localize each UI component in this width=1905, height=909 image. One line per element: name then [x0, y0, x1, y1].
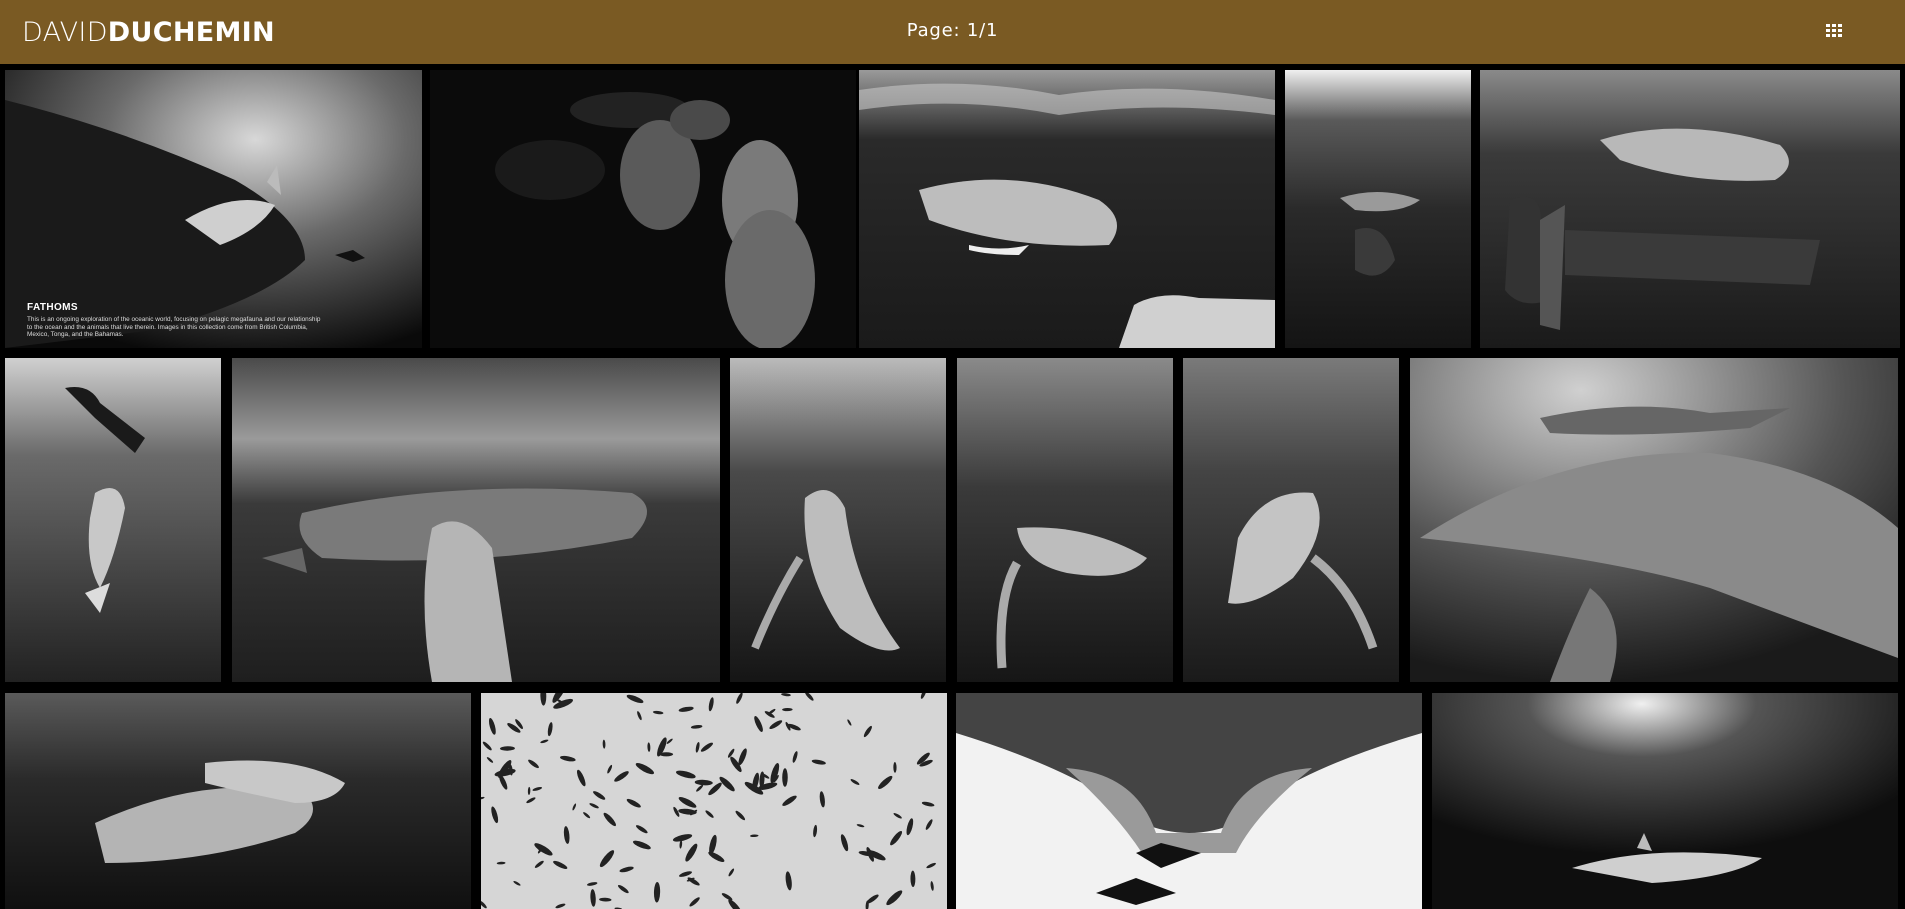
photo-diver-whale[interactable] — [1480, 70, 1900, 348]
gallery-description: This is an ongoing exploration of the oc… — [27, 316, 321, 339]
photo-freediver-whale[interactable] — [5, 358, 221, 682]
photo-calf-ascending[interactable] — [957, 358, 1173, 682]
page-indicator: Page: 1/1 — [906, 20, 999, 41]
photo-whale-hand[interactable] — [859, 70, 1275, 348]
photo-fish-school[interactable] — [481, 693, 947, 909]
photo-calf-belly[interactable] — [1183, 358, 1399, 682]
photo-shark-pair[interactable] — [5, 693, 471, 909]
gallery-caption: FATHOMS This is an ongoing exploration o… — [27, 302, 327, 339]
photo-manta-underside[interactable] — [956, 693, 1422, 909]
photo-sea-lions[interactable] — [430, 70, 856, 348]
photo-whale-calf-surface[interactable] — [1285, 70, 1471, 348]
photo-humpback-pectoral[interactable] — [232, 358, 720, 682]
photo-whale-vertical[interactable] — [730, 358, 946, 682]
gallery-title: FATHOMS — [27, 302, 78, 313]
photo-shark-sunrays[interactable] — [1432, 693, 1898, 909]
photo-shark-silhouette[interactable]: FATHOMS This is an ongoing exploration o… — [5, 70, 422, 348]
photo-manta-remora[interactable] — [1410, 358, 1898, 682]
grid-icon[interactable] — [1826, 24, 1844, 40]
site-header: DAVIDDUCHEMIN Page: 1/1 — [0, 0, 1905, 64]
